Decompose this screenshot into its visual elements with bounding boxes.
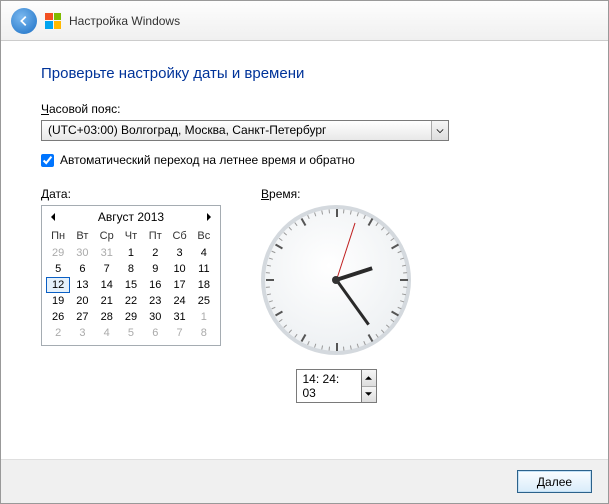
calendar-day[interactable]: 4 — [95, 325, 119, 341]
calendar-day[interactable]: 2 — [143, 245, 167, 261]
calendar-day[interactable]: 7 — [95, 261, 119, 277]
date-label: Дата: — [41, 187, 221, 201]
calendar-day[interactable]: 6 — [143, 325, 167, 341]
calendar-month[interactable]: Август 2013 — [98, 210, 164, 224]
calendar-day[interactable]: 24 — [167, 293, 191, 309]
timezone-label: Часовой пояс: — [41, 102, 568, 116]
footer: Далее — [1, 459, 608, 503]
calendar-dow: Ср — [95, 228, 119, 245]
time-input[interactable]: 14: 24: 03 — [296, 369, 361, 403]
calendar-day[interactable]: 19 — [46, 293, 70, 309]
page-title: Проверьте настройку даты и времени — [41, 65, 568, 82]
calendar-day[interactable]: 22 — [119, 293, 143, 309]
calendar-day[interactable]: 29 — [119, 309, 143, 325]
dst-label: Автоматический переход на летнее время и… — [60, 153, 355, 167]
calendar-day[interactable]: 13 — [70, 277, 94, 293]
calendar-day[interactable]: 9 — [143, 261, 167, 277]
calendar-dow: Сб — [167, 228, 191, 245]
calendar-day[interactable]: 26 — [46, 309, 70, 325]
calendar-day[interactable]: 29 — [46, 245, 70, 261]
calendar-day[interactable]: 5 — [46, 261, 70, 277]
calendar-day[interactable]: 10 — [167, 261, 191, 277]
window-header: Настройка Windows — [1, 1, 608, 41]
calendar-day[interactable]: 30 — [143, 309, 167, 325]
next-button[interactable]: Далее — [517, 470, 592, 493]
time-spinner: 14: 24: 03 — [261, 369, 411, 403]
next-month-button[interactable] — [202, 210, 216, 224]
calendar-day[interactable]: 8 — [119, 261, 143, 277]
calendar-day[interactable]: 16 — [143, 277, 167, 293]
calendar-day[interactable]: 31 — [167, 309, 191, 325]
windows-logo-icon — [45, 13, 61, 29]
analog-clock — [261, 205, 411, 355]
calendar-day[interactable]: 12 — [46, 277, 70, 293]
calendar-day[interactable]: 1 — [192, 309, 216, 325]
dst-checkbox-row[interactable]: Автоматический переход на летнее время и… — [41, 153, 568, 167]
clock-pin — [332, 276, 340, 284]
calendar-dow: Чт — [119, 228, 143, 245]
calendar-day[interactable]: 1 — [119, 245, 143, 261]
calendar-day[interactable]: 18 — [192, 277, 216, 293]
time-up-button[interactable] — [362, 370, 376, 386]
timezone-value: (UTC+03:00) Волгоград, Москва, Санкт-Пет… — [42, 121, 431, 140]
calendar-day[interactable]: 6 — [70, 261, 94, 277]
back-button[interactable] — [11, 8, 37, 34]
calendar-day[interactable]: 20 — [70, 293, 94, 309]
calendar-day[interactable]: 25 — [192, 293, 216, 309]
calendar-dow: Вс — [192, 228, 216, 245]
calendar-day[interactable]: 23 — [143, 293, 167, 309]
calendar-day[interactable]: 21 — [95, 293, 119, 309]
calendar-day[interactable]: 11 — [192, 261, 216, 277]
calendar-dow: Пн — [46, 228, 70, 245]
calendar-day[interactable]: 3 — [167, 245, 191, 261]
prev-month-button[interactable] — [46, 210, 60, 224]
content-area: Проверьте настройку даты и времени Часов… — [1, 41, 608, 459]
header-title: Настройка Windows — [69, 14, 180, 28]
calendar-day[interactable]: 15 — [119, 277, 143, 293]
chevron-down-icon — [365, 392, 372, 396]
time-down-button[interactable] — [362, 386, 376, 403]
calendar-day[interactable]: 17 — [167, 277, 191, 293]
calendar-day[interactable]: 14 — [95, 277, 119, 293]
dst-checkbox[interactable] — [41, 154, 54, 167]
timezone-select[interactable]: (UTC+03:00) Волгоград, Москва, Санкт-Пет… — [41, 120, 449, 141]
time-label: Время: — [261, 187, 411, 201]
calendar-day[interactable]: 28 — [95, 309, 119, 325]
calendar-dow: Вт — [70, 228, 94, 245]
arrow-left-icon — [17, 14, 31, 28]
dropdown-arrow-icon[interactable] — [431, 121, 448, 140]
calendar-grid: ПнВтСрЧтПтСбВс29303112345678910111213141… — [42, 228, 220, 341]
calendar-day[interactable]: 2 — [46, 325, 70, 341]
calendar-day[interactable]: 31 — [95, 245, 119, 261]
calendar-dow: Пт — [143, 228, 167, 245]
calendar-day[interactable]: 3 — [70, 325, 94, 341]
chevron-up-icon — [365, 376, 372, 380]
calendar-day[interactable]: 4 — [192, 245, 216, 261]
calendar-day[interactable]: 30 — [70, 245, 94, 261]
hour-hand — [335, 266, 372, 282]
calendar-day[interactable]: 7 — [167, 325, 191, 341]
calendar-day[interactable]: 8 — [192, 325, 216, 341]
calendar-day[interactable]: 5 — [119, 325, 143, 341]
minute-hand — [335, 279, 370, 325]
calendar: Август 2013 ПнВтСрЧтПтСбВс29303112345678… — [41, 205, 221, 346]
calendar-day[interactable]: 27 — [70, 309, 94, 325]
